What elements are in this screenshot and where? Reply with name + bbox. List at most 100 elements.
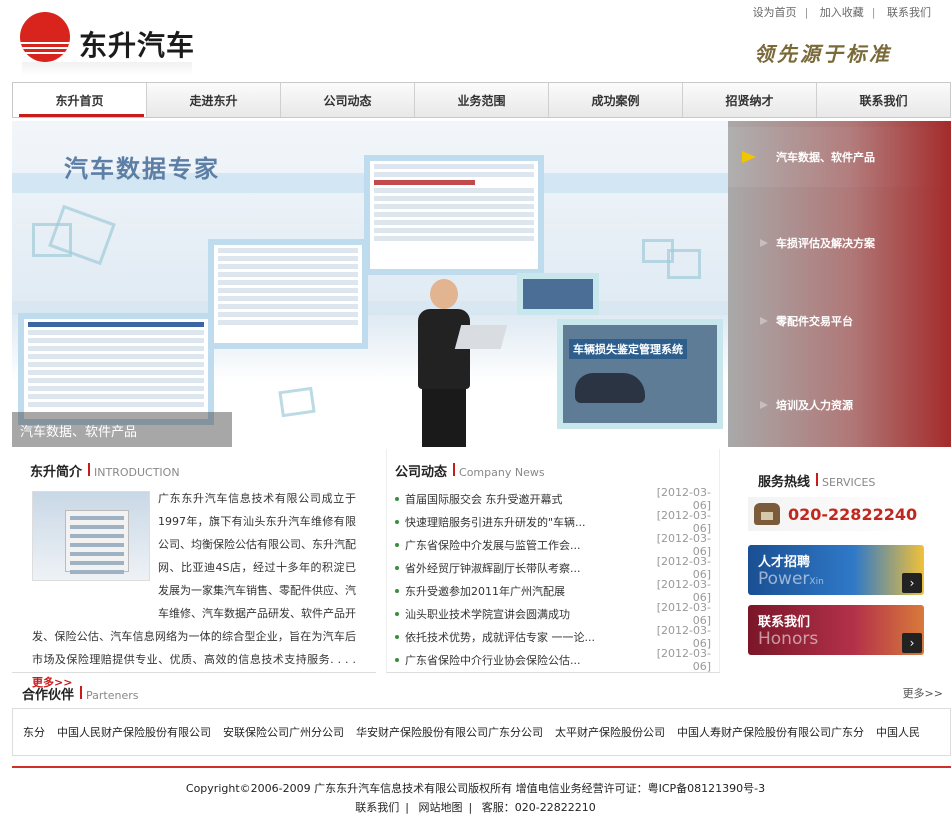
news-title-text[interactable]: 广东省保险中介行业协会保险公估... — [405, 652, 641, 668]
nav-contact[interactable]: 联系我们 — [817, 83, 950, 117]
businessman-image — [400, 279, 508, 447]
top-links: 设为首页 | 加入收藏 | 联系我们 — [745, 4, 939, 20]
recruit-banner[interactable]: 人才招聘 PowerXin › — [748, 545, 924, 595]
main-nav: 东升首页 走进东升 公司动态 业务范围 成功案例 招贤纳才 联系我们 — [12, 82, 951, 118]
slogan: 领先源于标准 — [754, 42, 892, 66]
nav-home[interactable]: 东升首页 — [13, 83, 147, 117]
side-item-parts-platform[interactable]: 零配件交易平台 — [728, 291, 951, 351]
news-item[interactable]: 广东省保险中介行业协会保险公估... [2012-03-06] — [395, 646, 711, 673]
news-title: 公司动态 — [395, 465, 448, 480]
bullet-icon — [395, 542, 399, 547]
partners-heading: 合作伙伴 Parteners — [22, 684, 139, 703]
intro-section: 东升简介 INTRODUCTION 广东东升汽车信息技术有限公司成立于1997年… — [12, 449, 376, 689]
service-section: 服务热线 SERVICES 020-22822240 人才招聘 PowerXin… — [728, 449, 951, 673]
nav-jobs[interactable]: 招贤纳才 — [683, 83, 817, 117]
set-homepage-link[interactable]: 设为首页 — [745, 6, 805, 19]
nav-cases[interactable]: 成功案例 — [549, 83, 683, 117]
service-title-en: SERVICES — [822, 476, 876, 489]
copyright: Copyright©2006-2009 广东东升汽车信息技术有限公司版权所有 增… — [185, 782, 766, 795]
nav-about[interactable]: 走进东升 — [147, 83, 281, 117]
bullet-icon — [395, 519, 399, 524]
logo-text[interactable]: 东升汽车 — [79, 24, 195, 64]
news-title-text[interactable]: 省外经贸厅钟淑辉副厅长带队考察... — [405, 560, 641, 576]
news-title-text[interactable]: 汕头职业技术学院宣讲会圆满成功 — [405, 606, 641, 622]
add-favorite-link[interactable]: 加入收藏 — [812, 6, 872, 19]
partners-marquee: 东分 中国人民财产保险股份有限公司 安联保险公司广州分公司 华安财产保险股份有限… — [12, 708, 951, 756]
partner-link[interactable]: 东分 — [23, 724, 45, 740]
side-item-data-software[interactable]: 汽车数据、软件产品 — [728, 127, 951, 187]
bullet-icon — [395, 634, 399, 639]
partner-link[interactable]: 中国人寿财产保险股份有限公司广东分 — [677, 724, 864, 740]
arrow-right-icon — [760, 401, 768, 409]
side-item-label: 培训及人力资源 — [776, 399, 853, 412]
bullet-icon — [395, 565, 399, 570]
news-title-text[interactable]: 广东省保险中介发展与监管工作会... — [405, 537, 641, 553]
news-title-text[interactable]: 依托技术优势，成就评估专家 一一论... — [405, 629, 641, 645]
news-title-text[interactable]: 东升受邀参加2011年广州汽配展 — [405, 583, 641, 599]
nav-business[interactable]: 业务范围 — [415, 83, 549, 117]
hotline: 020-22822240 — [748, 497, 924, 531]
news-item[interactable]: 东升受邀参加2011年广州汽配展 [2012-03-06] — [395, 578, 711, 604]
decor-square — [667, 249, 701, 279]
partners-title: 合作伙伴 — [22, 688, 75, 703]
telephone-icon — [754, 503, 780, 525]
recruit-label-en: PowerXin — [758, 569, 824, 589]
nav-news[interactable]: 公司动态 — [281, 83, 415, 117]
bullet-icon — [395, 611, 399, 616]
service-heading: 服务热线 SERVICES — [758, 471, 875, 490]
arrow-right-icon[interactable]: › — [902, 633, 922, 653]
partners-more-link[interactable]: 更多>> — [903, 685, 943, 701]
hotline-number: 020-22822240 — [788, 504, 918, 524]
login-screenshot — [517, 273, 599, 315]
arrow-right-icon — [760, 239, 768, 247]
recruit-label: 人才招聘 — [758, 555, 811, 570]
news-title-en: Company News — [459, 466, 545, 479]
partner-link[interactable]: 太平财产保险股份公司 — [555, 724, 665, 740]
contact-link[interactable]: 联系我们 — [879, 6, 939, 19]
footer-links: 联系我们 | 网站地图 | 客服：020-22822210 — [355, 801, 596, 814]
contact-banner[interactable]: 联系我们 Honors › — [748, 605, 924, 655]
logo-icon[interactable] — [20, 12, 70, 62]
partner-link[interactable]: 华安财产保险股份有限公司广东分公司 — [356, 724, 543, 740]
contact-label-en: Honors — [758, 629, 819, 649]
footer-contact-link[interactable]: 联系我们 — [355, 801, 399, 814]
partner-link[interactable]: 安联保险公司广州分公司 — [223, 724, 344, 740]
partner-link[interactable]: 中国人民 — [876, 724, 920, 740]
news-title-text[interactable]: 快速理赔服务引进东升研发的"车辆... — [405, 514, 641, 530]
car-system-screenshot: 车辆损失鉴定管理系统 — [557, 319, 723, 429]
news-item[interactable]: 广东省保险中介发展与监管工作会... [2012-03-06] — [395, 532, 711, 558]
side-item-training[interactable]: 培训及人力资源 — [728, 375, 951, 435]
bullet-icon — [395, 588, 399, 593]
side-item-damage-assessment[interactable]: 车损评估及解决方案 — [728, 213, 951, 273]
news-item[interactable]: 首届国际服交会 东升受邀开幕式 [2012-03-06] — [395, 486, 711, 512]
news-list: 首届国际服交会 东升受邀开幕式 [2012-03-06] 快速理赔服务引进东升研发… — [395, 486, 711, 673]
news-item[interactable]: 省外经贸厅钟淑辉副厅长带队考察... [2012-03-06] — [395, 555, 711, 581]
side-menu: 汽车数据、软件产品 车损评估及解决方案 零配件交易平台 培训及人力资源 — [728, 121, 951, 447]
news-item[interactable]: 汕头职业技术学院宣讲会圆满成功 [2012-03-06] — [395, 601, 711, 627]
arrow-right-icon — [742, 151, 756, 163]
service-title: 服务热线 — [758, 475, 811, 490]
software-screenshot — [364, 155, 544, 275]
intro-text: 广东东升汽车信息技术有限公司成立于1997年，旗下有汕头东升汽车维修有限公司、均… — [32, 487, 356, 694]
arrow-right-icon — [760, 317, 768, 325]
news-item[interactable]: 依托技术优势，成就评估专家 一一论... [2012-03-06] — [395, 624, 711, 650]
news-item[interactable]: 快速理赔服务引进东升研发的"车辆... [2012-03-06] — [395, 509, 711, 535]
news-title-text[interactable]: 首届国际服交会 东升受邀开幕式 — [405, 491, 641, 507]
footer-sitemap-link[interactable]: 网站地图 — [419, 801, 463, 814]
partner-link[interactable]: 中国人民财产保险股份有限公司 — [57, 724, 211, 740]
banner[interactable]: 汽车数据专家 车辆损失鉴定管理系统 汽车数据、软件产品 — [12, 121, 728, 447]
arrow-right-icon[interactable]: › — [902, 573, 922, 593]
logo-reflection — [22, 62, 192, 76]
news-date: [2012-03-06] — [656, 646, 711, 673]
car-system-title: 车辆损失鉴定管理系统 — [569, 339, 687, 359]
banner-caption: 汽车数据、软件产品 — [12, 412, 232, 447]
car-image — [575, 373, 645, 403]
decor-square — [278, 386, 316, 418]
bullet-icon — [395, 657, 399, 662]
side-item-label: 车损评估及解决方案 — [776, 237, 875, 250]
software-screenshot — [18, 313, 214, 425]
intro-title: 东升简介 — [30, 465, 83, 480]
banner-title: 汽车数据专家 — [64, 155, 220, 183]
software-screenshot — [208, 239, 368, 349]
page: 东升汽车 设为首页 | 加入收藏 | 联系我们 领先源于标准 东升首页 走进东升 公… — [0, 0, 951, 820]
